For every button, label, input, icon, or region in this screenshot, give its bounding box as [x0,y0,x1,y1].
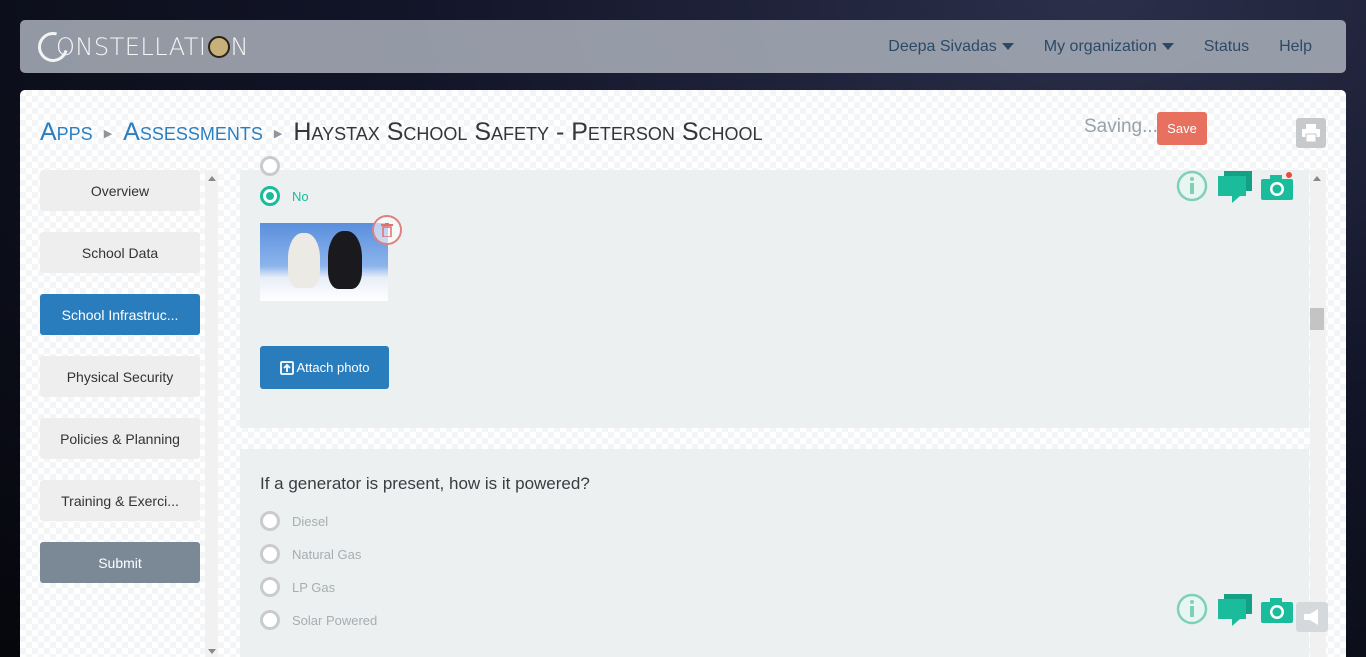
radio-option-diesel[interactable]: Diesel [260,511,328,531]
radio-option-lp-gas[interactable]: LP Gas [260,577,335,597]
organization-menu[interactable]: My organization [1044,38,1174,56]
page-title: Haystax School Safety - Peterson School [293,118,763,146]
logo-text: ONSTELLATI N [56,33,249,61]
comments-icon[interactable] [1218,171,1252,203]
radio-label: Natural Gas [292,546,362,562]
info-icon[interactable] [1175,593,1209,627]
scroll-up-icon[interactable] [1313,176,1321,181]
user-menu-label: Deepa Sivadas [888,37,997,55]
breadcrumb-assessments[interactable]: Assessments [123,118,263,147]
organization-menu-label: My organization [1043,37,1157,55]
delete-photo-button[interactable] [372,215,402,245]
radio-label: Diesel [292,513,329,529]
megaphone-icon [1304,609,1318,625]
radio-option-solar-powered[interactable]: Solar Powered [260,610,377,630]
scroll-up-icon[interactable] [208,176,216,181]
print-button[interactable] [1296,118,1326,148]
constellation-logo[interactable]: ONSTELLATI N [32,26,249,68]
attach-photo-button[interactable]: Attach photo [260,346,389,389]
white-horse-shape [288,233,320,288]
status-link[interactable]: Status [1204,38,1249,56]
radio-button[interactable] [260,544,280,564]
compass-icon [207,36,230,58]
breadcrumb: Apps ▶ Assessments ▶ Haystax School Safe… [40,118,763,147]
question-panel: No Attach photo [240,156,1309,428]
radio-button[interactable] [260,610,280,630]
radio-option-natural-gas[interactable]: Natural Gas [260,544,361,564]
save-button[interactable]: Save [1157,112,1207,145]
radio-option-no[interactable]: No [260,186,309,206]
radio-label: LP Gas [292,579,336,595]
radio-button[interactable] [260,156,280,176]
radio-button-selected[interactable] [260,186,280,206]
trash-icon [381,223,393,237]
scrollbar-thumb[interactable] [1310,308,1324,330]
radio-button[interactable] [260,577,280,597]
sidebar-scrollbar[interactable] [205,170,218,657]
main-card: Apps ▶ Assessments ▶ Haystax School Safe… [20,90,1346,657]
radio-option[interactable] [260,156,292,176]
scroll-down-icon[interactable] [208,649,216,654]
help-link[interactable]: Help [1279,38,1312,56]
breadcrumb-separator-icon: ▶ [103,128,113,140]
question-text: If a generator is present, how is it pow… [260,474,590,493]
chevron-down-icon [1161,42,1174,50]
content-scrollbar[interactable] [1310,170,1326,657]
feedback-button[interactable] [1296,602,1328,632]
info-icon[interactable] [1175,170,1209,204]
submit-button[interactable]: Submit [40,542,200,583]
radio-label: No [292,188,309,204]
question-panel: If a generator is present, how is it pow… [240,449,1309,657]
attach-photo-label: Attach photo [296,360,370,375]
question-tools [1175,170,1304,204]
saving-status: Saving... [1084,116,1158,137]
sidebar-item-physical-security[interactable]: Physical Security [40,356,200,397]
sidebar-item-training-exercises[interactable]: Training & Exerci... [40,480,200,521]
camera-icon[interactable] [1261,595,1295,625]
chevron-down-icon [1001,42,1014,50]
breadcrumb-separator-icon: ▶ [273,128,283,140]
sidebar-item-school-infrastructure[interactable]: School Infrastruc... [40,294,200,335]
sidebar-item-overview[interactable]: Overview [40,170,200,211]
question-tools [1175,593,1304,627]
radio-button[interactable] [260,511,280,531]
sidebar-item-school-data[interactable]: School Data [40,232,200,273]
user-menu[interactable]: Deepa Sivadas [888,38,1014,56]
nav-menu: Deepa Sivadas My organization Status Hel… [858,20,1312,73]
printer-icon [1302,124,1320,142]
top-navbar: ONSTELLATI N Deepa Sivadas My organizatio… [20,20,1346,73]
comments-icon[interactable] [1218,594,1252,626]
camera-icon[interactable] [1261,172,1295,202]
radio-label: Solar Powered [292,612,378,628]
attached-photo[interactable] [260,223,388,301]
sidebar-item-policies-planning[interactable]: Policies & Planning [40,418,200,459]
upload-icon [279,360,294,375]
breadcrumb-apps[interactable]: Apps [40,118,93,147]
black-horse-shape [328,231,362,289]
